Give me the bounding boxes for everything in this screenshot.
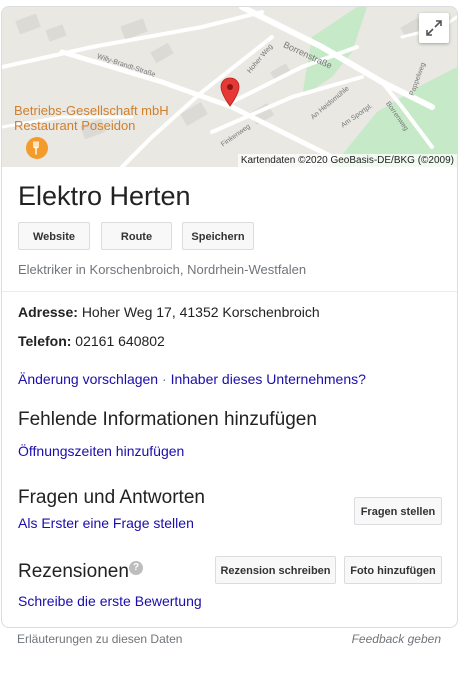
location-pin-icon[interactable]: [220, 77, 240, 107]
business-panel: Willy-Brandt-Straße Hoher Weg Borrenstra…: [1, 6, 458, 628]
phone-value[interactable]: 02161 640802: [75, 333, 165, 349]
explanations-link[interactable]: Erläuterungen zu diesen Daten: [17, 632, 182, 646]
route-button[interactable]: Route: [101, 222, 172, 250]
edit-links: Änderung vorschlagen · Inhaber dieses Un…: [18, 371, 366, 387]
phone-row: Telefon: 02161 640802: [18, 333, 165, 349]
map[interactable]: Willy-Brandt-Straße Hoher Weg Borrenstra…: [2, 7, 457, 167]
reviews-title: Rezensionen: [18, 561, 129, 582]
help-icon[interactable]: ?: [129, 561, 143, 575]
address-label: Adresse:: [18, 304, 78, 320]
business-name: Elektro Herten: [18, 181, 191, 211]
map-attribution: Kartendaten ©2020 GeoBasis-DE/BKG (©2009…: [237, 154, 457, 167]
save-button[interactable]: Speichern: [182, 222, 254, 250]
add-photo-button[interactable]: Foto hinzufügen: [344, 556, 442, 584]
write-review-button[interactable]: Rezension schreiben: [215, 556, 336, 584]
feedback-link[interactable]: Feedback geben: [352, 632, 441, 646]
phone-label: Telefon:: [18, 333, 72, 349]
suggest-edit-link[interactable]: Änderung vorschlagen: [18, 371, 158, 387]
qa-title: Fragen und Antworten: [18, 487, 205, 508]
ask-first-link[interactable]: Als Erster eine Frage stellen: [18, 515, 194, 531]
address-value[interactable]: Hoher Weg 17, 41352 Korschenbroich: [82, 304, 320, 320]
ask-question-button[interactable]: Fragen stellen: [354, 497, 442, 525]
website-button[interactable]: Website: [18, 222, 90, 250]
expand-icon: [426, 20, 442, 36]
address-row: Adresse: Hoher Weg 17, 41352 Korschenbro…: [18, 304, 320, 320]
add-hours-link[interactable]: Öffnungszeiten hinzufügen: [18, 443, 184, 459]
expand-map-button[interactable]: [419, 13, 449, 43]
missing-info-title: Fehlende Informationen hinzufügen: [18, 409, 317, 430]
poi-label[interactable]: Betriebs-Gesellschaft mbH Restaurant Pos…: [14, 103, 184, 133]
owner-link[interactable]: Inhaber dieses Unternehmens?: [171, 371, 366, 387]
divider: [2, 291, 457, 292]
write-first-review-link[interactable]: Schreibe die erste Bewertung: [18, 593, 202, 609]
business-category: Elektriker in Korschenbroich, Nordrhein-…: [18, 262, 307, 277]
fork-knife-icon[interactable]: [26, 137, 48, 159]
link-separator: ·: [162, 371, 167, 387]
